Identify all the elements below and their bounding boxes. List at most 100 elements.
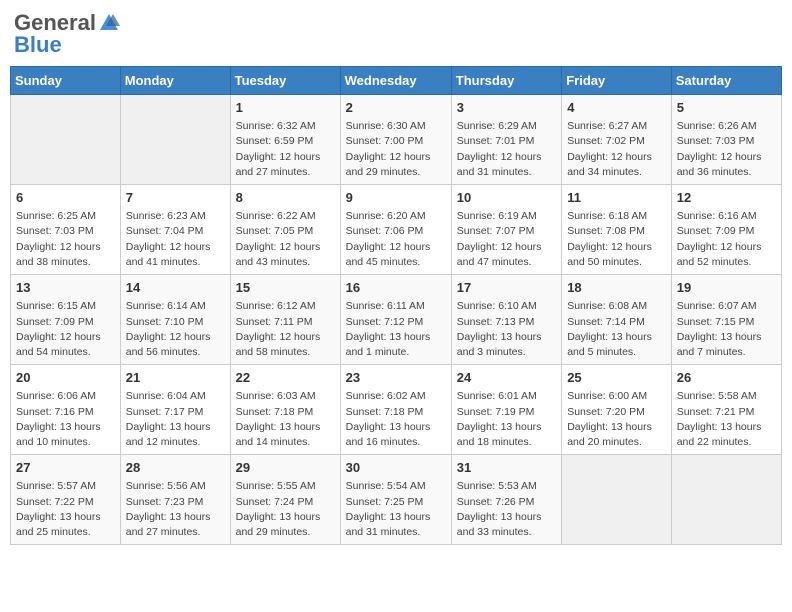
calendar-cell: 16 Sunrise: 6:11 AM Sunset: 7:12 PM Dayli… xyxy=(340,275,451,365)
calendar-cell: 9Sunrise: 6:20 AM Sunset: 7:06 PM Daylig… xyxy=(340,185,451,275)
calendar-cell: 28 Sunrise: 5:56 AM Sunset: 7:23 PM Dayli… xyxy=(120,455,230,545)
day-info: Sunrise: 5:58 AM Sunset: 7:21 PM Dayligh… xyxy=(677,389,776,450)
day-number: 8 xyxy=(236,189,335,207)
calendar-cell: 4Sunrise: 6:27 AM Sunset: 7:02 PM Daylig… xyxy=(562,95,672,185)
day-info: Sunrise: 5:54 AM Sunset: 7:25 PM Dayligh… xyxy=(346,479,446,540)
day-number: 30 xyxy=(346,459,446,477)
day-number: 5 xyxy=(677,99,776,117)
day-info: Sunrise: 6:23 AM Sunset: 7:04 PM Dayligh… xyxy=(126,209,225,270)
day-number: 7 xyxy=(126,189,225,207)
day-info: Sunrise: 5:55 AM Sunset: 7:24 PM Dayligh… xyxy=(236,479,335,540)
calendar-cell: 13 Sunrise: 6:15 AM Sunset: 7:09 PM Dayli… xyxy=(11,275,121,365)
day-number: 31 xyxy=(457,459,556,477)
day-number: 15 xyxy=(236,279,335,297)
calendar-cell xyxy=(120,95,230,185)
day-info: Sunrise: 6:32 AM Sunset: 6:59 PM Dayligh… xyxy=(236,119,335,180)
calendar-cell xyxy=(562,455,672,545)
day-number: 25 xyxy=(567,369,666,387)
calendar-cell: 2 Sunrise: 6:30 AM Sunset: 7:00 PM Daylig… xyxy=(340,95,451,185)
day-info: Sunrise: 6:02 AM Sunset: 7:18 PM Dayligh… xyxy=(346,389,446,450)
day-info: Sunrise: 6:15 AM Sunset: 7:09 PM Dayligh… xyxy=(16,299,115,360)
logo-icon xyxy=(98,12,120,34)
day-info: Sunrise: 6:00 AM Sunset: 7:20 PM Dayligh… xyxy=(567,389,666,450)
day-info: Sunrise: 6:12 AM Sunset: 7:11 PM Dayligh… xyxy=(236,299,335,360)
calendar-cell: 6 Sunrise: 6:25 AM Sunset: 7:03 PM Daylig… xyxy=(11,185,121,275)
calendar-cell: 29 Sunrise: 5:55 AM Sunset: 7:24 PM Dayli… xyxy=(230,455,340,545)
header-wednesday: Wednesday xyxy=(340,67,451,95)
day-number: 1 xyxy=(236,99,335,117)
calendar-cell: 3 Sunrise: 6:29 AM Sunset: 7:01 PM Daylig… xyxy=(451,95,561,185)
calendar-cell: 26 Sunrise: 5:58 AM Sunset: 7:21 PM Dayli… xyxy=(671,365,781,455)
calendar-cell: 21Sunrise: 6:04 AM Sunset: 7:17 PM Dayli… xyxy=(120,365,230,455)
calendar-week-2: 6 Sunrise: 6:25 AM Sunset: 7:03 PM Daylig… xyxy=(11,185,782,275)
day-number: 28 xyxy=(126,459,225,477)
day-number: 27 xyxy=(16,459,115,477)
day-info: Sunrise: 5:57 AM Sunset: 7:22 PM Dayligh… xyxy=(16,479,115,540)
header-monday: Monday xyxy=(120,67,230,95)
day-info: Sunrise: 6:22 AM Sunset: 7:05 PM Dayligh… xyxy=(236,209,335,270)
header-thursday: Thursday xyxy=(451,67,561,95)
day-info: Sunrise: 6:16 AM Sunset: 7:09 PM Dayligh… xyxy=(677,209,776,270)
calendar-cell: 17 Sunrise: 6:10 AM Sunset: 7:13 PM Dayli… xyxy=(451,275,561,365)
day-number: 2 xyxy=(346,99,446,117)
calendar-cell: 15 Sunrise: 6:12 AM Sunset: 7:11 PM Dayli… xyxy=(230,275,340,365)
day-number: 26 xyxy=(677,369,776,387)
day-number: 21 xyxy=(126,369,225,387)
calendar-cell: 24Sunrise: 6:01 AM Sunset: 7:19 PM Dayli… xyxy=(451,365,561,455)
calendar-cell: 27 Sunrise: 5:57 AM Sunset: 7:22 PM Dayli… xyxy=(11,455,121,545)
day-info: Sunrise: 5:53 AM Sunset: 7:26 PM Dayligh… xyxy=(457,479,556,540)
calendar-cell: 7 Sunrise: 6:23 AM Sunset: 7:04 PM Daylig… xyxy=(120,185,230,275)
day-number: 20 xyxy=(16,369,115,387)
day-info: Sunrise: 6:18 AM Sunset: 7:08 PM Dayligh… xyxy=(567,209,666,270)
header-friday: Friday xyxy=(562,67,672,95)
calendar-cell: 14Sunrise: 6:14 AM Sunset: 7:10 PM Dayli… xyxy=(120,275,230,365)
day-info: Sunrise: 6:03 AM Sunset: 7:18 PM Dayligh… xyxy=(236,389,335,450)
calendar-cell: 12 Sunrise: 6:16 AM Sunset: 7:09 PM Dayli… xyxy=(671,185,781,275)
day-info: Sunrise: 6:29 AM Sunset: 7:01 PM Dayligh… xyxy=(457,119,556,180)
day-info: Sunrise: 6:30 AM Sunset: 7:00 PM Dayligh… xyxy=(346,119,446,180)
day-info: Sunrise: 6:06 AM Sunset: 7:16 PM Dayligh… xyxy=(16,389,115,450)
calendar-cell: 11 Sunrise: 6:18 AM Sunset: 7:08 PM Dayli… xyxy=(562,185,672,275)
day-info: Sunrise: 6:10 AM Sunset: 7:13 PM Dayligh… xyxy=(457,299,556,360)
calendar-week-4: 20 Sunrise: 6:06 AM Sunset: 7:16 PM Dayli… xyxy=(11,365,782,455)
day-info: Sunrise: 6:25 AM Sunset: 7:03 PM Dayligh… xyxy=(16,209,115,270)
header-sunday: Sunday xyxy=(11,67,121,95)
calendar-cell: 18Sunrise: 6:08 AM Sunset: 7:14 PM Dayli… xyxy=(562,275,672,365)
day-info: Sunrise: 6:27 AM Sunset: 7:02 PM Dayligh… xyxy=(567,119,666,180)
calendar-cell: 8 Sunrise: 6:22 AM Sunset: 7:05 PM Daylig… xyxy=(230,185,340,275)
calendar-cell xyxy=(671,455,781,545)
calendar-cell: 30 Sunrise: 5:54 AM Sunset: 7:25 PM Dayli… xyxy=(340,455,451,545)
day-info: Sunrise: 5:56 AM Sunset: 7:23 PM Dayligh… xyxy=(126,479,225,540)
day-info: Sunrise: 6:11 AM Sunset: 7:12 PM Dayligh… xyxy=(346,299,446,360)
calendar-header-row: SundayMondayTuesdayWednesdayThursdayFrid… xyxy=(11,67,782,95)
day-info: Sunrise: 6:19 AM Sunset: 7:07 PM Dayligh… xyxy=(457,209,556,270)
day-number: 16 xyxy=(346,279,446,297)
day-info: Sunrise: 6:26 AM Sunset: 7:03 PM Dayligh… xyxy=(677,119,776,180)
day-number: 17 xyxy=(457,279,556,297)
calendar-cell xyxy=(11,95,121,185)
day-number: 10 xyxy=(457,189,556,207)
day-number: 9 xyxy=(346,189,446,207)
logo: General Blue xyxy=(14,10,120,58)
day-number: 13 xyxy=(16,279,115,297)
day-info: Sunrise: 6:01 AM Sunset: 7:19 PM Dayligh… xyxy=(457,389,556,450)
day-number: 14 xyxy=(126,279,225,297)
day-number: 19 xyxy=(677,279,776,297)
day-number: 12 xyxy=(677,189,776,207)
day-number: 23 xyxy=(346,369,446,387)
calendar-cell: 25 Sunrise: 6:00 AM Sunset: 7:20 PM Dayli… xyxy=(562,365,672,455)
day-info: Sunrise: 6:08 AM Sunset: 7:14 PM Dayligh… xyxy=(567,299,666,360)
calendar-cell: 20 Sunrise: 6:06 AM Sunset: 7:16 PM Dayli… xyxy=(11,365,121,455)
day-number: 3 xyxy=(457,99,556,117)
day-number: 11 xyxy=(567,189,666,207)
calendar-cell: 5 Sunrise: 6:26 AM Sunset: 7:03 PM Daylig… xyxy=(671,95,781,185)
calendar-cell: 10 Sunrise: 6:19 AM Sunset: 7:07 PM Dayli… xyxy=(451,185,561,275)
calendar-cell: 22Sunrise: 6:03 AM Sunset: 7:18 PM Dayli… xyxy=(230,365,340,455)
page-header: General Blue xyxy=(10,10,782,58)
header-saturday: Saturday xyxy=(671,67,781,95)
day-number: 6 xyxy=(16,189,115,207)
day-number: 29 xyxy=(236,459,335,477)
calendar-week-5: 27 Sunrise: 5:57 AM Sunset: 7:22 PM Dayli… xyxy=(11,455,782,545)
calendar-cell: 31 Sunrise: 5:53 AM Sunset: 7:26 PM Dayli… xyxy=(451,455,561,545)
logo-blue: Blue xyxy=(14,32,62,58)
